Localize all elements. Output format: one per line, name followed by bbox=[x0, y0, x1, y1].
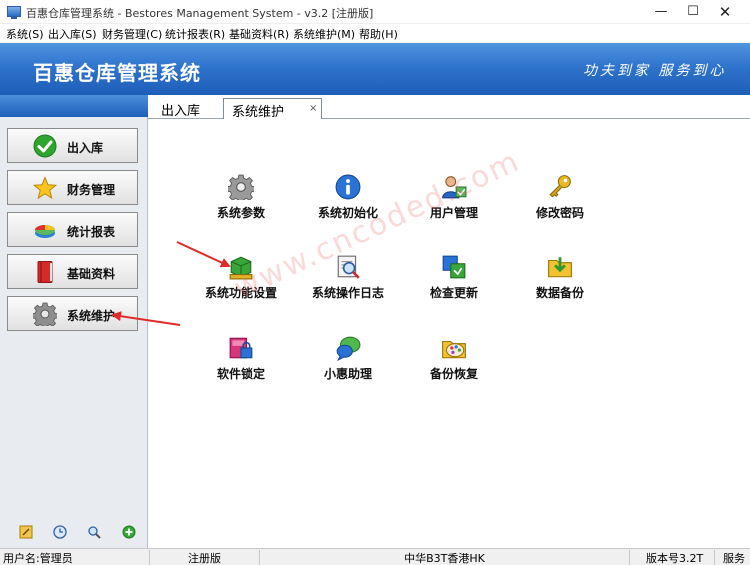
main-content: 系统参数 系统初始化 用户管理 修改密码 系统功能设置 系统操作日志 检查更新 … bbox=[149, 120, 750, 548]
menu-help[interactable]: 帮助(H) bbox=[359, 26, 398, 42]
sidebar-button-label: 统计报表 bbox=[67, 225, 116, 239]
clock-icon[interactable] bbox=[53, 525, 67, 539]
green-check-icon bbox=[33, 134, 57, 158]
status-service: 服务 bbox=[723, 552, 745, 565]
gear-icon bbox=[228, 174, 254, 200]
tile-label: 系统参数 bbox=[216, 206, 265, 220]
tile-label: 检查更新 bbox=[429, 286, 478, 300]
window-title: 百惠仓库管理系统 - Bestores Management System - … bbox=[26, 7, 374, 20]
search-icon[interactable] bbox=[87, 525, 101, 539]
sidebar-button-stock[interactable]: 出入库 bbox=[7, 128, 138, 163]
red-book-icon bbox=[37, 261, 53, 283]
tile-label: 小惠助理 bbox=[323, 367, 372, 381]
sidebar-button-reports[interactable]: 统计报表 bbox=[7, 212, 138, 247]
tile-user-management[interactable]: 用户管理 bbox=[399, 174, 509, 234]
sidebar-button-label: 系统维护 bbox=[67, 309, 116, 323]
backup-folder-icon bbox=[548, 257, 572, 278]
status-version: 版本号3.2T bbox=[630, 550, 715, 565]
status-bar: 用户名:管理员 注册版 中华B3T香港HK 版本号3.2T 服务 bbox=[0, 548, 750, 565]
tile-label: 系统初始化 bbox=[317, 206, 378, 220]
tile-label: 备份恢复 bbox=[429, 367, 478, 381]
green-box-icon bbox=[229, 256, 253, 280]
app-icon bbox=[7, 6, 21, 19]
menu-finance[interactable]: 财务管理(C) bbox=[102, 26, 162, 42]
sidebar-button-label: 财务管理 bbox=[67, 183, 116, 197]
tile-check-update[interactable]: 检查更新 bbox=[399, 254, 509, 314]
status-edition: 注册版 bbox=[150, 550, 260, 565]
tab-stock[interactable]: 出入库 bbox=[161, 98, 200, 119]
lock-box-icon bbox=[229, 337, 253, 359]
tile-label: 数据备份 bbox=[535, 286, 584, 300]
note-icon[interactable] bbox=[19, 525, 33, 539]
sidebar-header bbox=[0, 95, 148, 117]
tile-label: 修改密码 bbox=[535, 206, 584, 220]
header-banner: 百惠仓库管理系统 功夫到家 服务到心 bbox=[0, 43, 750, 95]
tile-label: 系统功能设置 bbox=[204, 286, 277, 300]
sidebar-button-basic-data[interactable]: 基础资料 bbox=[7, 254, 138, 289]
info-icon bbox=[335, 174, 361, 200]
gold-star-icon bbox=[33, 176, 57, 200]
tile-system-params[interactable]: 系统参数 bbox=[186, 174, 296, 234]
tile-label: 软件锁定 bbox=[216, 367, 265, 381]
tile-operation-log[interactable]: 系统操作日志 bbox=[293, 254, 403, 314]
tile-software-lock[interactable]: 软件锁定 bbox=[186, 335, 296, 395]
tab-bar: 出入库 系统维护 × bbox=[148, 95, 750, 120]
log-magnifier-icon bbox=[337, 255, 360, 279]
tile-data-backup[interactable]: 数据备份 bbox=[505, 254, 615, 314]
menu-basic-data[interactable]: 基础资料(R) bbox=[229, 26, 289, 42]
slogan: 功夫到家 服务到心 bbox=[583, 63, 727, 79]
tile-system-init[interactable]: 系统初始化 bbox=[293, 174, 403, 234]
menu-stock[interactable]: 出入库(S) bbox=[48, 26, 97, 42]
gear-icon bbox=[33, 302, 57, 326]
sidebar-button-label: 出入库 bbox=[67, 141, 104, 155]
app-title: 百惠仓库管理系统 bbox=[33, 61, 201, 85]
menu-reports[interactable]: 统计报表(R) bbox=[165, 26, 225, 42]
update-icon bbox=[442, 255, 466, 279]
palette-folder-icon bbox=[442, 340, 466, 359]
tab-maintenance[interactable]: 系统维护 × bbox=[223, 98, 322, 120]
menu-system[interactable]: 系统(S) bbox=[6, 26, 44, 42]
tile-function-settings[interactable]: 系统功能设置 bbox=[186, 254, 296, 314]
close-button[interactable]: ✕ bbox=[702, 0, 748, 24]
title-bar: 百惠仓库管理系统 - Bestores Management System - … bbox=[0, 0, 750, 24]
add-icon[interactable] bbox=[122, 525, 136, 539]
pie-chart-icon bbox=[35, 225, 55, 238]
chat-bubble-icon bbox=[336, 336, 361, 361]
users-icon bbox=[442, 176, 467, 199]
sidebar: 出入库 财务管理 统计报表 基础资料 系统维护 bbox=[0, 95, 148, 548]
sidebar-button-maintenance[interactable]: 系统维护 bbox=[7, 296, 138, 331]
sidebar-button-label: 基础资料 bbox=[67, 267, 116, 281]
tile-backup-restore[interactable]: 备份恢复 bbox=[399, 335, 509, 395]
tile-label: 用户管理 bbox=[429, 206, 478, 220]
sidebar-button-finance[interactable]: 财务管理 bbox=[7, 170, 138, 205]
key-icon bbox=[549, 175, 571, 198]
status-user: 用户名:管理员 bbox=[0, 550, 150, 565]
menu-bar: 系统(S) 出入库(S) 财务管理(C) 统计报表(R) 基础资料(R) 系统维… bbox=[0, 24, 750, 43]
tile-assistant[interactable]: 小惠助理 bbox=[293, 335, 403, 395]
tab-close-icon[interactable]: × bbox=[309, 103, 317, 114]
menu-maintenance[interactable]: 系统维护(M) bbox=[293, 26, 355, 42]
status-company: 中华B3T香港HK bbox=[260, 550, 630, 565]
tab-label: 系统维护 bbox=[232, 105, 285, 120]
tile-label: 系统操作日志 bbox=[311, 286, 384, 300]
tile-change-password[interactable]: 修改密码 bbox=[505, 174, 615, 234]
